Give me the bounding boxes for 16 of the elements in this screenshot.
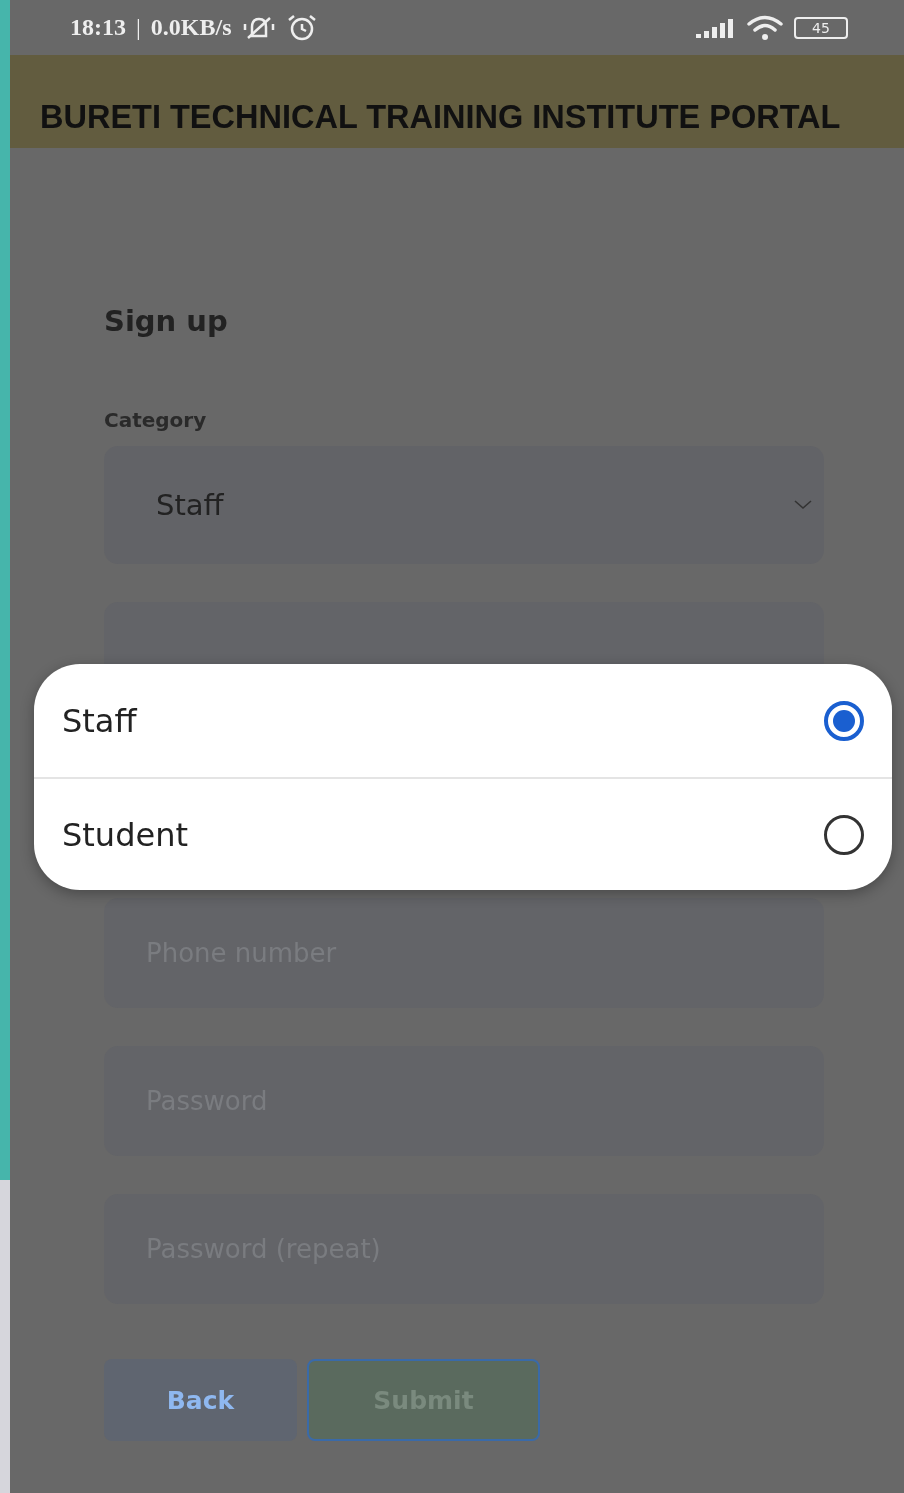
radio-button[interactable] [824,814,864,855]
dialog-option[interactable]: Student [34,777,892,890]
dialog-option[interactable]: Staff [34,664,892,777]
battery-level: 45 [812,20,830,35]
back-button[interactable]: Back [104,1359,297,1441]
radio-button[interactable] [824,700,864,741]
category-dropdown[interactable]: Staff [104,446,824,564]
field-label: Category [104,408,208,432]
wifi-icon [746,14,784,41]
signal-icon [696,17,736,38]
portal-title: BURETI TECHNICAL TRAINING INSTITUTE PORTAL [40,99,841,136]
separator: | [136,14,141,41]
clock-time: 18:13 [70,14,126,41]
network-speed: 0.0KB/s [150,14,232,41]
chevron-down-icon [794,500,812,510]
form-title: Sign up [104,304,229,338]
